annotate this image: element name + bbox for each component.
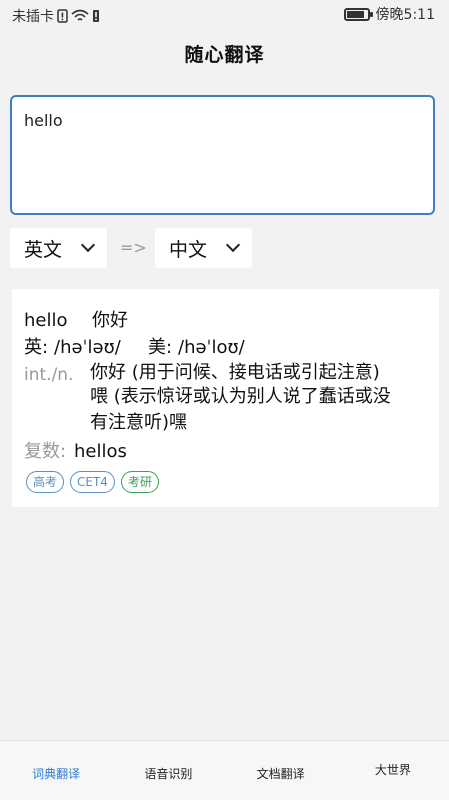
target-language-select[interactable]: 中文: [155, 228, 252, 268]
exam-tags: 高考 CET4 考研: [26, 471, 159, 493]
uk-phonetic: /həˈləʊ/: [54, 337, 121, 358]
result-card: hello 你好 英: /həˈləʊ/ 美: /həˈloʊ/ int./n.…: [12, 289, 439, 507]
meaning-line: 你好 (用于问候、接电话或引起注意): [90, 362, 380, 383]
us-label: 美:: [148, 337, 173, 358]
meaning-line: 喂 (表示惊讶或认为别人说了蠢话或没: [90, 386, 391, 407]
bottom-nav: 词典翻译 语音识别 文档翻译 大世界: [0, 740, 449, 800]
plural-value: hellos: [74, 441, 127, 462]
nav-dictionary[interactable]: 词典翻译: [0, 741, 112, 800]
tag-kaoyan: 考研: [120, 471, 159, 493]
us-phonetic: /həˈloʊ/: [178, 337, 245, 358]
wifi-icon: [71, 9, 89, 21]
part-of-speech: int./n.: [24, 365, 74, 385]
meaning-line: 有注意听)嘿: [90, 412, 188, 433]
status-right: 傍晚5:11: [343, 4, 435, 24]
status-time: 傍晚5:11: [375, 7, 435, 23]
source-language-label: 英文: [24, 238, 63, 261]
translate-input[interactable]: hello: [10, 95, 435, 215]
carrier-text: 未插卡: [12, 9, 54, 25]
page-title: 随心翻译: [184, 44, 265, 66]
nav-big-world[interactable]: 大世界: [337, 741, 449, 800]
chevron-down-icon: [80, 237, 96, 253]
alert-icon: [93, 10, 99, 22]
nav-document-translation[interactable]: 文档翻译: [225, 741, 337, 800]
result-brief: 你好: [92, 310, 128, 331]
source-language-select[interactable]: 英文: [10, 228, 107, 268]
battery-icon: [343, 7, 373, 21]
tag-cet4: CET4: [70, 471, 115, 493]
status-left: 未插卡: [12, 6, 100, 26]
nav-speech-recognition[interactable]: 语音识别: [112, 741, 224, 800]
tag-gaokao: 高考: [26, 471, 65, 493]
status-bar: 未插卡 傍晚5:11: [0, 0, 449, 30]
chevron-down-icon: [225, 237, 241, 253]
uk-label: 英:: [24, 337, 49, 358]
plural-label: 复数:: [24, 441, 67, 462]
target-language-label: 中文: [169, 238, 208, 261]
result-word: hello: [24, 310, 68, 331]
direction-arrow: =>: [120, 238, 147, 257]
sim-missing-icon: [57, 9, 68, 23]
